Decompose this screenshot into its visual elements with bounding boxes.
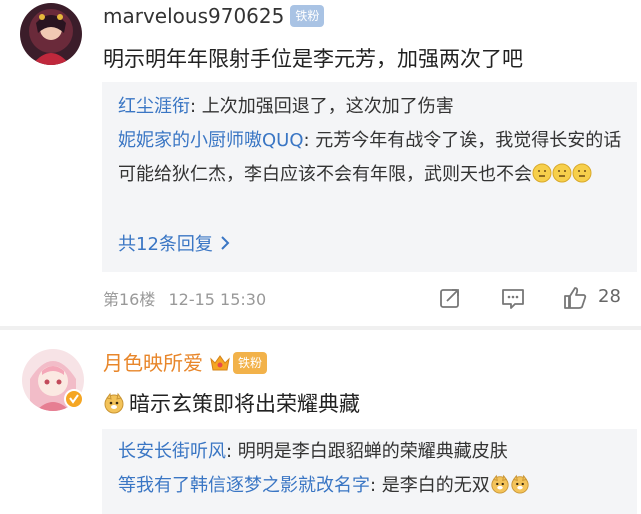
reply-author[interactable]: 长安长街听风: [118, 441, 226, 462]
speechless-emoji-icon: [532, 163, 552, 183]
speechless-emoji-icon: [572, 163, 592, 183]
comment-16: marvelous970625 铁粉 明示明年年限射手位是李元芳，加强两次了吧 …: [0, 0, 641, 330]
reply-text: : 是李白的无双: [370, 475, 490, 496]
comment-text-row: 暗示玄策即将出荣耀典藏: [103, 388, 360, 418]
fan-badge: 铁粉: [233, 352, 268, 374]
doge-emoji-icon: [104, 392, 124, 414]
reply-item[interactable]: 长安长街听风: 明明是李白跟貂蝉的荣耀典藏皮肤: [118, 435, 623, 469]
doge-emoji-icon: [511, 474, 529, 494]
comment-text: 暗示玄策即将出荣耀典藏: [129, 392, 360, 416]
speechless-emoji-icon: [552, 163, 572, 183]
more-replies-link[interactable]: 共12条回复: [118, 230, 231, 256]
timestamp: 12-15 15:30: [168, 290, 267, 309]
comment-icon[interactable]: [500, 287, 526, 311]
avatar[interactable]: [20, 3, 82, 65]
like-count: 28: [598, 286, 621, 307]
reply-item[interactable]: 红尘涯衔: 上次加强回退了，这次加了伤害: [118, 90, 623, 124]
reply-author[interactable]: 等我有了韩信逐梦之影就改名字: [118, 475, 370, 496]
username[interactable]: 月色映所爱: [103, 351, 203, 375]
reply-item[interactable]: 妮妮家的小厨师嗷QUQ: 元芳今年有战令了诶，我觉得长安的话可能给狄仁杰，李白应…: [118, 124, 623, 192]
reply-author[interactable]: 红尘涯衔: [118, 96, 190, 117]
share-icon[interactable]: [438, 286, 462, 310]
username[interactable]: marvelous970625: [103, 4, 284, 28]
verified-icon: [64, 389, 84, 409]
fan-badge: 铁粉: [290, 5, 325, 27]
reply-box[interactable]: 长安长街听风: 明明是李白跟貂蝉的荣耀典藏皮肤 等我有了韩信逐梦之影就改名字: …: [102, 429, 637, 514]
comment-item: 月色映所爱 铁粉 暗示玄策即将出荣耀典藏 长安长街听风: 明明是李白跟貂蝉的荣耀…: [0, 330, 641, 514]
like-icon[interactable]: [562, 285, 588, 311]
reply-author[interactable]: 妮妮家的小厨师嗷QUQ: [118, 130, 304, 151]
more-replies-label: 共12条回复: [118, 234, 213, 255]
crown-icon: [210, 355, 230, 371]
comment-meta: 第16楼 12-15 15:30: [103, 286, 266, 310]
chevron-right-icon: [221, 236, 230, 250]
speechless-emoji-group: [532, 163, 592, 185]
reply-text: : 上次加强回退了，这次加了伤害: [190, 96, 454, 117]
reply-item[interactable]: 等我有了韩信逐梦之影就改名字: 是李白的无双: [118, 469, 623, 503]
floor-number: 第16楼: [103, 290, 156, 309]
reply-box[interactable]: 红尘涯衔: 上次加强回退了，这次加了伤害 妮妮家的小厨师嗷QUQ: 元芳今年有战…: [102, 82, 637, 272]
doge-emoji-group: [490, 474, 530, 496]
reply-text: : 明明是李白跟貂蝉的荣耀典藏皮肤: [226, 441, 508, 462]
doge-emoji-icon: [491, 474, 509, 494]
comment-text: 明示明年年限射手位是李元芳，加强两次了吧: [103, 47, 523, 71]
